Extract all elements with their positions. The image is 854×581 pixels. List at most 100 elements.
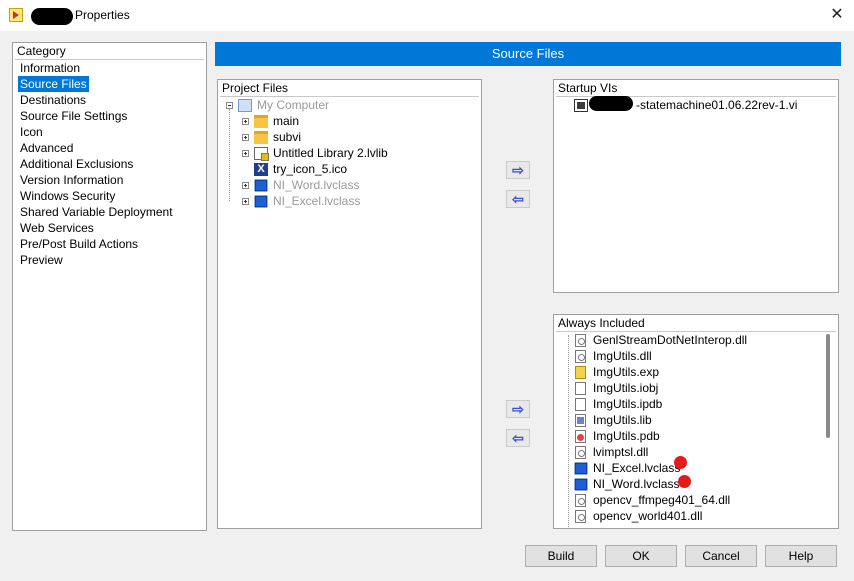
class-cube-icon — [574, 478, 588, 491]
always-included-panel: Always Included GenlStreamDotNetInterop.… — [553, 314, 839, 529]
dll-file-icon — [575, 510, 586, 523]
expand-icon[interactable] — [242, 134, 249, 141]
cancel-button[interactable]: Cancel — [685, 545, 757, 567]
dll-file-icon — [575, 350, 586, 363]
list-item-label: GenlStreamDotNetInterop.dll — [593, 333, 748, 347]
blank-file-icon — [575, 398, 586, 411]
pdb-file-icon — [575, 430, 586, 443]
add-to-always-included-arrow-icon[interactable]: ⇨ — [506, 400, 530, 418]
list-item-label: ImgUtils.iobj — [593, 381, 659, 395]
category-item-web-services[interactable]: Web Services — [18, 220, 96, 236]
build-button[interactable]: Build — [525, 545, 597, 567]
tree-item-label: NI_Excel.lvclass — [273, 194, 361, 208]
blank-file-icon — [575, 382, 586, 395]
tree-item-ni-word-class[interactable]: NI_Word.lvclass — [218, 177, 478, 193]
tree-item-label: main — [273, 114, 300, 128]
class-cube-icon — [254, 179, 268, 192]
add-to-startup-arrow-icon[interactable]: ⇨ — [506, 161, 530, 179]
exp-file-icon — [575, 366, 586, 379]
list-item[interactable]: ImgUtils.lib — [554, 412, 824, 428]
project-files-panel: Project Files My Computer main subvi Unt… — [217, 79, 482, 529]
red-marker-dot — [678, 475, 691, 488]
list-item[interactable]: ImgUtils.exp — [554, 364, 824, 380]
category-item-shared-variable-deployment[interactable]: Shared Variable Deployment — [18, 204, 175, 220]
tree-item-main[interactable]: main — [218, 113, 478, 129]
list-item-label: ImgUtils.exp — [593, 365, 660, 379]
list-item[interactable]: ImgUtils.dll — [554, 348, 824, 364]
section-banner: Source Files — [215, 42, 841, 66]
category-item-windows-security[interactable]: Windows Security — [18, 188, 117, 204]
category-item-source-files[interactable]: Source Files — [18, 76, 89, 92]
dll-file-icon — [575, 494, 586, 507]
startup-vis-header: Startup VIs — [558, 81, 618, 95]
redaction-mark — [31, 8, 73, 25]
collapse-icon[interactable] — [226, 102, 233, 109]
list-item-label: NI_Excel.lvclass — [593, 461, 681, 475]
computer-icon — [238, 99, 252, 112]
tree-item-ni-excel-class[interactable]: NI_Excel.lvclass — [218, 193, 478, 209]
library-icon — [254, 147, 269, 161]
tree-item-my-computer[interactable]: My Computer — [218, 97, 478, 113]
list-item[interactable]: lvimptsl.dll — [554, 444, 824, 460]
category-item-source-file-settings[interactable]: Source File Settings — [18, 108, 129, 124]
lib-file-icon — [575, 414, 586, 427]
remove-from-startup-arrow-icon[interactable]: ⇦ — [506, 190, 530, 208]
tree-item-label: NI_Word.lvclass — [273, 178, 360, 192]
tree-item-untitled-library[interactable]: Untitled Library 2.lvlib — [218, 145, 478, 161]
dll-file-icon — [575, 334, 586, 347]
list-item-label: ImgUtils.ipdb — [593, 397, 663, 411]
list-item[interactable]: ImgUtils.pdb — [554, 428, 824, 444]
always-included-header: Always Included — [558, 316, 645, 330]
list-item[interactable]: opencv_ffmpeg401_64.dll — [554, 492, 824, 508]
expand-icon[interactable] — [242, 198, 249, 205]
ico-file-icon: X — [254, 163, 268, 176]
class-cube-icon — [574, 462, 588, 475]
tree-item-subvi[interactable]: subvi — [218, 129, 478, 145]
project-files-header: Project Files — [222, 81, 289, 95]
list-item-label: ImgUtils.lib — [593, 413, 652, 427]
category-item-advanced[interactable]: Advanced — [18, 140, 75, 156]
list-item[interactable]: GenlStreamDotNetInterop.dll — [554, 332, 824, 348]
list-item-label: ImgUtils.dll — [593, 349, 652, 363]
list-item[interactable]: ImgUtils.ipdb — [554, 396, 824, 412]
category-panel: Category Information Source Files Destin… — [12, 42, 207, 531]
redaction-mark — [589, 96, 633, 111]
remove-from-always-included-arrow-icon[interactable]: ⇦ — [506, 429, 530, 447]
always-included-scrollbar[interactable] — [826, 334, 830, 438]
list-item-label: NI_Word.lvclass — [593, 477, 680, 491]
ok-button[interactable]: OK — [605, 545, 677, 567]
red-marker-dot — [674, 456, 687, 469]
expand-icon[interactable] — [242, 150, 249, 157]
category-item-preview[interactable]: Preview — [18, 252, 65, 268]
startup-vi-label: -statemachine01.06.22rev-1.vi — [636, 98, 798, 112]
category-item-information[interactable]: Information — [18, 60, 82, 76]
category-item-additional-exclusions[interactable]: Additional Exclusions — [18, 156, 135, 172]
list-item-label: lvimptsl.dll — [593, 445, 649, 459]
category-header: Category — [17, 44, 66, 58]
expand-icon[interactable] — [242, 182, 249, 189]
help-button[interactable]: Help — [765, 545, 837, 567]
category-item-pre-post-build-actions[interactable]: Pre/Post Build Actions — [18, 236, 140, 252]
folder-icon — [254, 115, 268, 128]
dll-file-icon — [575, 446, 586, 459]
tree-item-label: subvi — [273, 130, 302, 144]
category-item-icon[interactable]: Icon — [18, 124, 45, 140]
list-item-label: ImgUtils.pdb — [593, 429, 660, 443]
list-item[interactable]: ImgUtils.iobj — [554, 380, 824, 396]
close-icon[interactable]: ✕ — [826, 4, 848, 26]
list-item[interactable]: NI_Excel.lvclass — [554, 460, 824, 476]
tree-item-label: My Computer — [257, 98, 330, 112]
startup-vis-panel: Startup VIs -statemachine01.06.22rev-1.v… — [553, 79, 839, 293]
class-cube-icon — [254, 195, 268, 208]
labview-app-icon — [9, 8, 23, 22]
window-title: Properties — [75, 8, 130, 22]
category-item-destinations[interactable]: Destinations — [18, 92, 88, 108]
list-item-label: opencv_ffmpeg401_64.dll — [593, 493, 731, 507]
tree-item-label: try_icon_5.ico — [273, 162, 348, 176]
tree-item-ico-file[interactable]: X try_icon_5.ico — [218, 161, 478, 177]
tree-item-label: Untitled Library 2.lvlib — [273, 146, 388, 160]
category-item-version-information[interactable]: Version Information — [18, 172, 125, 188]
list-item[interactable]: opencv_world401.dll — [554, 508, 824, 524]
vi-file-icon — [574, 99, 588, 112]
expand-icon[interactable] — [242, 118, 249, 125]
